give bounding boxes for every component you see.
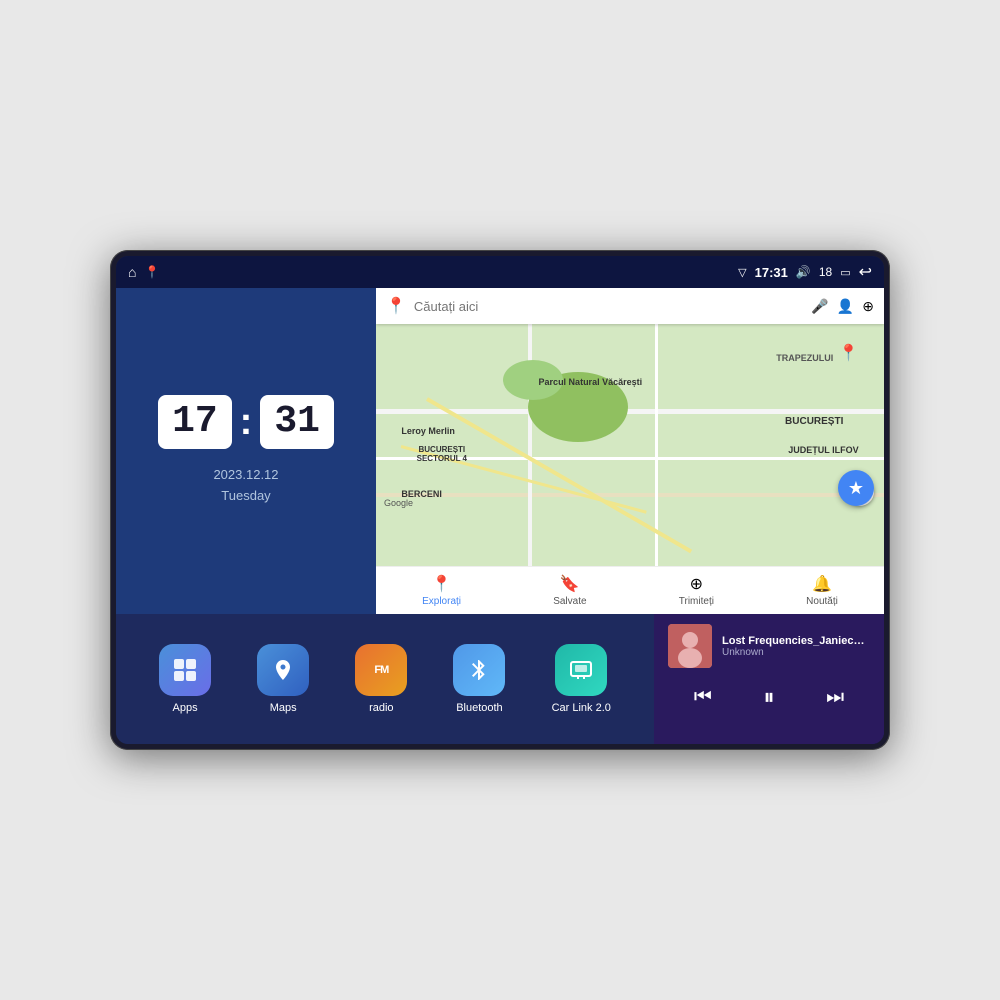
news-icon: 🔔 [812,574,832,594]
app-item-maps[interactable]: Maps [257,644,309,714]
music-thumbnail [668,624,712,668]
map-marker-icon: 📍 [386,296,406,316]
maps-label: Maps [270,702,297,714]
battery-level: 18 [819,265,832,279]
map-nav-explore[interactable]: 📍 Explorați [422,574,461,607]
map-search-bar: 📍 🎤 👤 ⊕ [376,288,884,324]
app-item-carlink[interactable]: Car Link 2.0 [552,644,611,714]
google-logo: Google [384,498,413,508]
main-content: 17 : 31 2023.12.12 Tuesday 📍 [116,288,884,744]
map-label-trapezului: TRAPEZULUI [776,353,833,363]
music-play-button[interactable]: ⏸ [755,680,782,714]
carlink-label: Car Link 2.0 [552,702,611,714]
radio-icon: FM [355,644,407,696]
clock-display: 17 : 31 [158,395,334,449]
music-controls: ⏮ ⏸ ⏭ [668,676,870,718]
music-text: Lost Frequencies_Janieck Devy-... Unknow… [722,635,870,658]
status-right-info: ▽ 17:31 🔊 18 ▭ ↩ [738,262,872,282]
map-destination-pin: 📍 [839,343,859,363]
status-bar: ⌂ 📍 ▽ 17:31 🔊 18 ▭ ↩ [116,256,884,288]
apps-label: Apps [173,702,198,714]
apps-icon [159,644,211,696]
saved-icon: 🔖 [560,574,580,594]
screen: ⌂ 📍 ▽ 17:31 🔊 18 ▭ ↩ 17 : [116,256,884,744]
map-label-parcul: Parcul Natural Văcărești [539,377,643,387]
map-label-leroy: Leroy Merlin [401,426,455,436]
map-panel[interactable]: 📍 🎤 👤 ⊕ [376,288,884,614]
clock-panel: 17 : 31 2023.12.12 Tuesday [116,288,376,614]
signal-icon: ▽ [738,266,746,279]
music-section: Lost Frequencies_Janieck Devy-... Unknow… [654,614,884,744]
map-bottom-nav: 📍 Explorați 🔖 Salvate ⊕ Trimiteți 🔔 [376,566,884,614]
map-label-bucuresti: BUCUREȘTI [785,416,843,427]
clock-hours: 17 [158,395,232,449]
maps-icon [257,644,309,696]
app-item-bluetooth[interactable]: Bluetooth [453,644,505,714]
radio-label: radio [369,702,393,714]
carlink-icon [555,644,607,696]
map-label-sector4: BUCUREȘTISECTORUL 4 [417,445,467,463]
map-nav-news[interactable]: 🔔 Noutăți [806,574,838,607]
music-prev-button[interactable]: ⏮ [686,682,720,713]
status-time: 17:31 [755,265,788,280]
explore-icon: 📍 [432,574,452,594]
bottom-section: Apps Maps FM radio [116,614,884,744]
clock-minutes: 31 [260,395,334,449]
device-frame: ⌂ 📍 ▽ 17:31 🔊 18 ▭ ↩ 17 : [110,250,890,750]
clock-date: 2023.12.12 Tuesday [213,465,278,507]
home-icon[interactable]: ⌂ [128,264,136,280]
music-artist: Unknown [722,647,870,658]
music-info: Lost Frequencies_Janieck Devy-... Unknow… [668,624,870,668]
clock-colon: : [240,403,253,441]
map-nav-share[interactable]: ⊕ Trimiteți [679,574,714,607]
apps-section: Apps Maps FM radio [116,614,654,744]
bluetooth-label: Bluetooth [456,702,502,714]
share-icon: ⊕ [690,574,703,594]
back-icon[interactable]: ↩ [859,262,872,282]
layers-icon[interactable]: ⊕ [862,298,874,315]
volume-icon: 🔊 [796,265,811,279]
app-item-radio[interactable]: FM radio [355,644,407,714]
map-label-ilfov: JUDEȚUL ILFOV [788,445,858,455]
top-section: 17 : 31 2023.12.12 Tuesday 📍 [116,288,884,614]
account-icon[interactable]: 👤 [837,298,854,315]
bluetooth-icon [453,644,505,696]
battery-icon: ▭ [840,266,850,279]
music-title: Lost Frequencies_Janieck Devy-... [722,635,870,647]
map-navigate-button[interactable]: ★ [838,470,874,506]
mic-icon[interactable]: 🎤 [811,298,828,315]
status-left-icons: ⌂ 📍 [128,264,159,280]
map-area[interactable]: Parcul Natural Văcărești Leroy Merlin BU… [376,324,884,566]
map-search-actions: 🎤 👤 ⊕ [811,298,874,315]
map-background: Parcul Natural Văcărești Leroy Merlin BU… [376,324,884,566]
app-item-apps[interactable]: Apps [159,644,211,714]
maps-shortcut-icon[interactable]: 📍 [144,265,159,279]
map-search-input[interactable] [414,299,803,314]
music-next-button[interactable]: ⏭ [818,682,852,713]
map-nav-saved[interactable]: 🔖 Salvate [553,574,586,607]
